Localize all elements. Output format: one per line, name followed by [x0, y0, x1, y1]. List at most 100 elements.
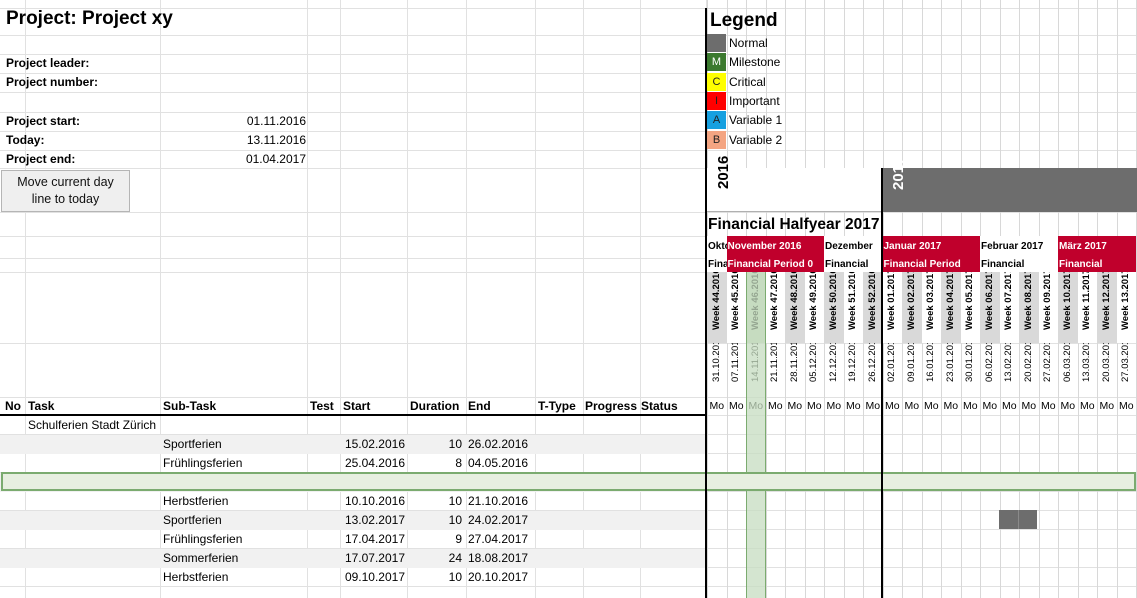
col-header-end[interactable]: End: [468, 397, 491, 415]
col-header-task[interactable]: Task: [28, 397, 54, 415]
row-duration-cell[interactable]: 10: [410, 511, 462, 529]
day-label: Mo: [904, 400, 920, 412]
row-start-cell[interactable]: 17.04.2017: [343, 530, 405, 548]
col-header-progress[interactable]: Progress: [585, 397, 637, 415]
legend-code: A: [712, 114, 721, 127]
date-label: 09.01.2017: [905, 343, 917, 382]
gridline-v: [407, 0, 408, 598]
today-value[interactable]: 13.11.2016: [200, 131, 306, 149]
row-start-cell[interactable]: 10.10.2016: [343, 492, 405, 510]
period-cell: Financial Period: [824, 258, 883, 272]
legend-label-milestone: Milestone: [729, 55, 781, 70]
legend-swatch-milestone: M: [707, 53, 726, 72]
today-column-border-left: [746, 272, 747, 598]
date-header-cell: 09.01.2017: [902, 343, 922, 395]
date-header-cell: 06.03.2017: [1058, 343, 1078, 395]
row-duration-cell[interactable]: 24: [410, 549, 462, 567]
year-2017-label: 2017: [890, 156, 907, 190]
row-start-cell[interactable]: 25.04.2016: [343, 454, 405, 472]
row-task-cell[interactable]: Schulferien Stadt Zürich: [28, 416, 156, 434]
week-header-cell: Week 07.2017: [999, 272, 1019, 343]
col-header-subtask[interactable]: Sub-Task: [163, 397, 216, 415]
row-duration-cell[interactable]: 10: [410, 568, 462, 586]
row-start-cell[interactable]: 15.02.2016: [343, 435, 405, 453]
row-duration-cell[interactable]: 10: [410, 492, 462, 510]
row-start-cell[interactable]: 13.02.2017: [343, 511, 405, 529]
row-subtask-cell[interactable]: Frühlingsferien: [163, 454, 242, 472]
date-header-cell: 07.11.2016: [727, 343, 747, 395]
week-header-cell: Week 08.2017: [1019, 272, 1039, 343]
date-label: 02.01.2017: [886, 343, 898, 382]
legend-swatch-important: I: [707, 91, 726, 110]
row-subtask-cell[interactable]: Herbstferien: [163, 568, 228, 586]
date-header-cell: 02.01.2017: [883, 343, 903, 395]
row-end-cell[interactable]: 21.10.2016: [468, 492, 528, 510]
date-label: 06.02.2017: [983, 343, 995, 382]
week-label: Week 10.2017: [1061, 272, 1073, 330]
week-header-cell: Week 04.2017: [941, 272, 961, 343]
project-start-label: Project start:: [6, 114, 81, 128]
legend-label-important: Important: [729, 93, 780, 108]
week-header-cell: Week 11.2017: [1077, 272, 1097, 343]
date-label: 21.11.2016: [769, 343, 781, 382]
row-end-cell[interactable]: 24.02.2017: [468, 511, 528, 529]
spreadsheet[interactable]: Project: Project xy Project leader: Proj…: [0, 0, 1137, 598]
gridline-v: [340, 0, 341, 598]
row-subtask-cell[interactable]: Sommerferien: [163, 549, 238, 567]
row-end-cell[interactable]: 18.08.2017: [468, 549, 528, 567]
week-header-cell: Week 01.2017: [882, 272, 902, 343]
today-column-highlight: [746, 272, 765, 598]
project-start-value[interactable]: 01.11.2016: [200, 112, 306, 130]
day-label: Mo: [845, 400, 861, 412]
day-label: Mo: [884, 400, 900, 412]
row-duration-cell[interactable]: 10: [410, 435, 462, 453]
day-label: Mo: [767, 400, 783, 412]
gridline-v: [583, 0, 584, 598]
gantt-bar-divider: [1018, 510, 1019, 529]
col-header-duration[interactable]: Duration: [410, 397, 459, 415]
date-label: 13.03.2017: [1081, 343, 1093, 382]
row-start-cell[interactable]: 17.07.2017: [343, 549, 405, 567]
row-subtask-cell[interactable]: Herbstferien: [163, 492, 228, 510]
col-header-start[interactable]: Start: [343, 397, 370, 415]
year-2016-header: 2016: [706, 156, 881, 212]
row-start-cell[interactable]: 09.10.2017: [343, 568, 405, 586]
date-label: 27.02.2017: [1042, 343, 1054, 382]
date-header-cell: 27.02.2017: [1039, 343, 1059, 395]
col-header-status[interactable]: Status: [641, 397, 678, 415]
row-end-cell[interactable]: 04.05.2016: [468, 454, 528, 472]
period-cell: Financial Period 0: [1058, 258, 1136, 272]
week-header-cell: Week 12.2017: [1097, 272, 1117, 343]
project-end-label: Project end:: [6, 152, 76, 166]
col-header-test[interactable]: Test: [310, 397, 334, 415]
period-cell: Financial Period 0: [980, 258, 1058, 272]
legend-code: M: [711, 56, 722, 69]
month-cell: Okto: [707, 236, 727, 258]
date-header-cell: 28.11.2016: [785, 343, 805, 395]
month-cell: Januar 2017: [882, 236, 980, 258]
date-header-cell: 23.01.2017: [941, 343, 961, 395]
week-label: Week 11.2017: [1081, 272, 1093, 330]
row-end-cell[interactable]: 27.04.2017: [468, 530, 528, 548]
period-cell: Fina: [707, 258, 727, 272]
row-subtask-cell[interactable]: Sportferien: [163, 511, 222, 529]
move-current-day-button[interactable]: Move current day line to today: [1, 170, 130, 212]
row-end-cell[interactable]: 26.02.2016: [468, 435, 528, 453]
gridline-h: [0, 586, 1137, 587]
row-duration-cell[interactable]: 9: [410, 530, 462, 548]
date-header-cell: 13.02.2017: [1000, 343, 1020, 395]
project-end-value[interactable]: 01.04.2017: [200, 150, 306, 168]
row-duration-cell[interactable]: 8: [410, 454, 462, 472]
col-header-no[interactable]: No: [5, 397, 21, 415]
row-end-cell[interactable]: 20.10.2017: [468, 568, 528, 586]
month-cell: Dezember 2016: [824, 236, 883, 258]
row-subtask-cell[interactable]: Sportferien: [163, 435, 222, 453]
week-label: Week 45.2016: [730, 272, 742, 330]
col-header-ttype[interactable]: T-Type: [538, 397, 576, 415]
gridline-h: [0, 131, 1137, 132]
row-subtask-cell[interactable]: Frühlingsferien: [163, 530, 242, 548]
legend-title: Legend: [710, 10, 778, 31]
gridline-h: [0, 54, 1137, 55]
week-label: Week 49.2016: [808, 272, 820, 330]
legend-swatch-normal: [707, 34, 726, 52]
